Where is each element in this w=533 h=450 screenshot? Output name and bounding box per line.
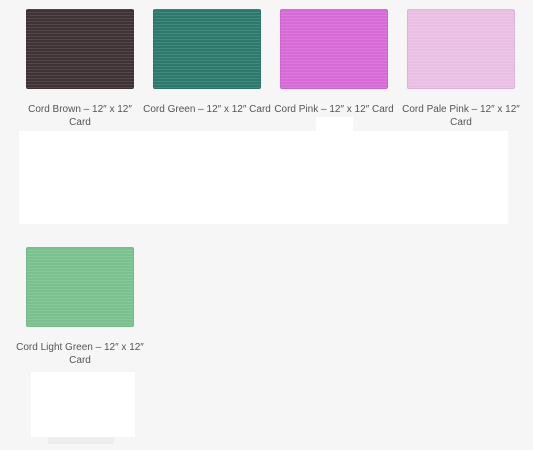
blank-content-panel [19, 131, 508, 224]
product-title-cord-green[interactable]: Cord Green – 12″ x 12″ Card [143, 103, 271, 116]
product-title-cord-pale-pink[interactable]: Cord Pale Pink – 12″ x 12″ Card [397, 103, 525, 129]
blank-content-tab [316, 117, 353, 133]
product-image-cord-green[interactable] [153, 9, 261, 89]
product-image-cord-brown[interactable] [26, 9, 134, 89]
product-title-cord-pink[interactable]: Cord Pink – 12″ x 12″ Card [270, 103, 398, 116]
product-image-cord-pink[interactable] [280, 9, 388, 89]
product-image-cord-light-green[interactable] [26, 247, 134, 327]
product-grid-page: Cord Brown – 12″ x 12″ Card Cord Green –… [0, 0, 533, 450]
product-title-cord-light-green[interactable]: Cord Light Green – 12″ x 12″ Card [16, 341, 144, 367]
product-image-cord-pale-pink[interactable] [407, 9, 515, 89]
blank-image-placeholder [31, 372, 135, 437]
placeholder-bar [48, 437, 114, 444]
product-title-cord-brown[interactable]: Cord Brown – 12″ x 12″ Card [16, 103, 144, 129]
